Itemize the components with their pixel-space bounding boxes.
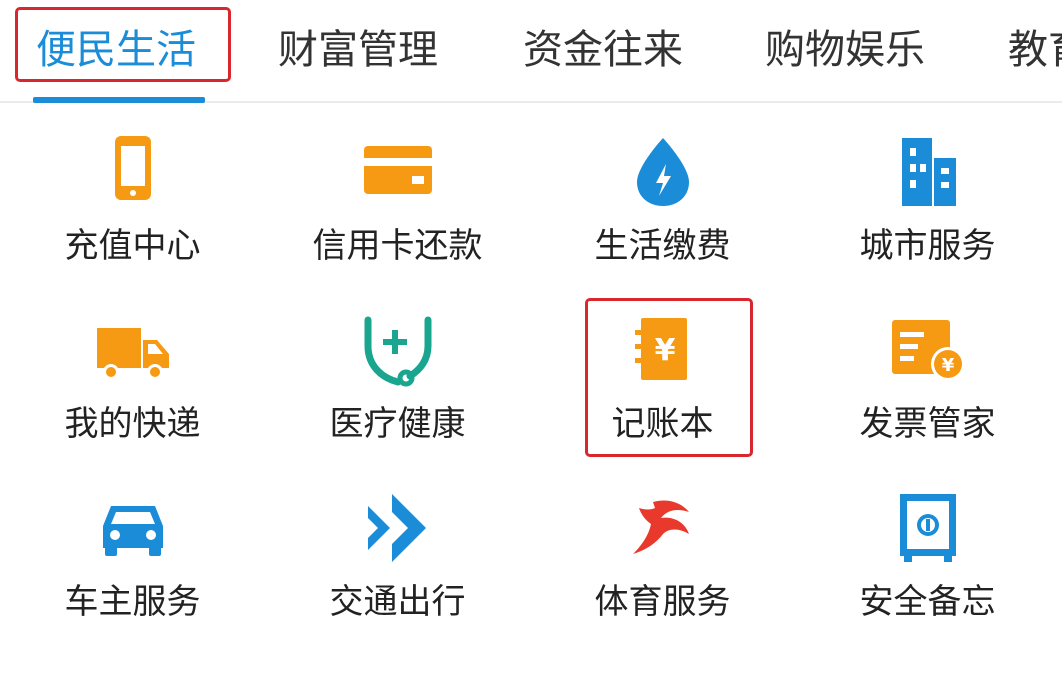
service-transportation[interactable]: 交通出行 — [265, 466, 530, 644]
tab-fund-transfers[interactable]: 资金往来 — [523, 22, 683, 78]
svg-text:¥: ¥ — [941, 355, 954, 376]
service-label: 交通出行 — [329, 582, 466, 622]
service-medical-health[interactable]: 医疗健康 — [265, 288, 530, 466]
service-label: 发票管家 — [859, 404, 996, 444]
service-label: 体育服务 — [594, 582, 731, 622]
service-label: 我的快递 — [64, 404, 201, 444]
service-city-services[interactable]: 城市服务 — [795, 110, 1060, 288]
service-ledger-book[interactable]: ¥ 记账本 — [530, 288, 795, 466]
water-drop-bolt-icon — [623, 132, 703, 212]
tab-education[interactable]: 教育 — [1008, 22, 1062, 78]
service-label: 生活缴费 — [594, 226, 731, 266]
category-tab-bar: 便民生活 财富管理 资金往来 购物娱乐 教育 — [0, 0, 1062, 103]
svg-text:¥: ¥ — [654, 333, 675, 368]
sports-icon — [623, 488, 703, 568]
service-label: 城市服务 — [859, 226, 996, 266]
service-label: 充值中心 — [64, 226, 201, 266]
active-tab-indicator — [33, 97, 205, 103]
service-credit-card-repayment[interactable]: 信用卡还款 — [265, 110, 530, 288]
tab-wealth-management[interactable]: 财富管理 — [278, 22, 438, 78]
car-icon — [93, 488, 173, 568]
delivery-truck-icon — [93, 310, 173, 390]
safe-icon — [888, 488, 968, 568]
service-grid: 充值中心 信用卡还款 生活缴费 城市服务 我的快递 医疗健康 ¥ 记账本 ¥ 发… — [0, 110, 1062, 676]
ledger-book-icon: ¥ — [623, 310, 703, 390]
service-label: 记账本 — [611, 404, 714, 444]
service-my-express[interactable]: 我的快递 — [0, 288, 265, 466]
service-car-owner[interactable]: 车主服务 — [0, 466, 265, 644]
service-label: 车主服务 — [64, 582, 201, 622]
service-label: 安全备忘 — [859, 582, 996, 622]
service-sports[interactable]: 体育服务 — [530, 466, 795, 644]
tab-shopping-entertainment[interactable]: 购物娱乐 — [765, 22, 925, 78]
service-label: 医疗健康 — [329, 404, 466, 444]
service-label: 信用卡还款 — [312, 226, 483, 266]
credit-card-icon — [358, 132, 438, 212]
medical-shield-icon — [358, 310, 438, 390]
service-utility-payment[interactable]: 生活缴费 — [530, 110, 795, 288]
invoice-icon: ¥ — [888, 310, 968, 390]
service-security-memo[interactable]: 安全备忘 — [795, 466, 1060, 644]
city-buildings-icon — [888, 132, 968, 212]
tab-convenience-life[interactable]: 便民生活 — [36, 22, 196, 78]
service-top-up-center[interactable]: 充值中心 — [0, 110, 265, 288]
service-invoice-manager[interactable]: ¥ 发票管家 — [795, 288, 1060, 466]
phone-icon — [93, 132, 173, 212]
arrows-icon — [358, 488, 438, 568]
